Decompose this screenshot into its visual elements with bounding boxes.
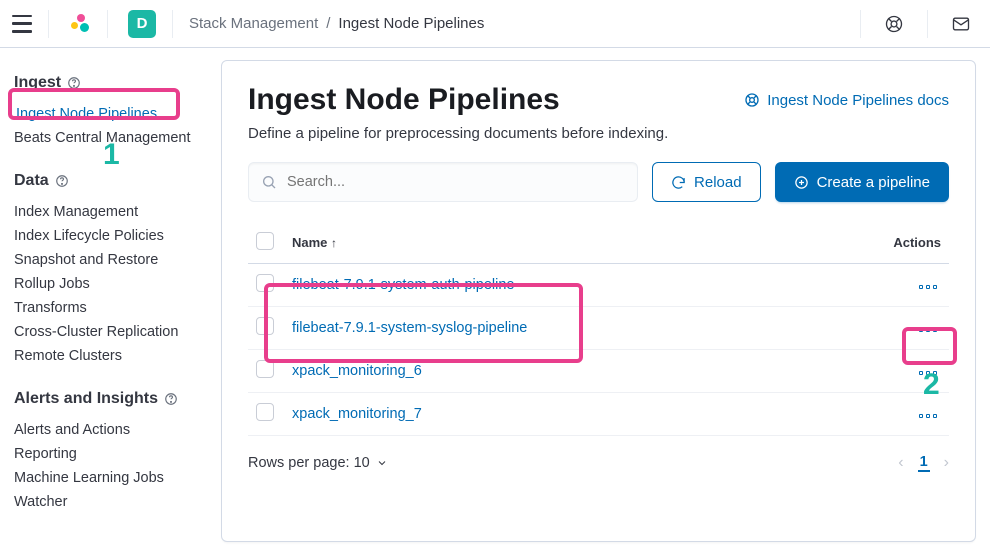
row-actions-button[interactable]: [915, 410, 941, 422]
mail-icon[interactable]: [944, 14, 978, 34]
page-subtitle: Define a pipeline for preprocessing docu…: [248, 125, 949, 142]
sidebar-item-transforms[interactable]: Transforms: [14, 296, 201, 320]
sort-asc-icon: ↑: [331, 236, 337, 250]
divider: [172, 10, 173, 38]
sidebar-item-watcher[interactable]: Watcher: [14, 490, 201, 514]
main-panel: Ingest Node Pipelines Ingest Node Pipeli…: [221, 60, 976, 542]
pagination: ‹ 1 ›: [898, 454, 949, 472]
search-icon: [261, 174, 277, 190]
sidebar-item-beats-central-management[interactable]: Beats Central Management: [14, 126, 201, 150]
table-row: filebeat-7.9.1-system-auth-pipeline: [248, 264, 949, 307]
create-pipeline-button[interactable]: Create a pipeline: [775, 162, 949, 202]
pipelines-table: Name ↑ Actions filebeat-7.9.1-system-aut…: [248, 222, 949, 436]
breadcrumb: Stack Management / Ingest Node Pipelines: [189, 15, 484, 32]
table-row: xpack_monitoring_7: [248, 393, 949, 436]
column-header-actions: Actions: [859, 222, 949, 264]
row-checkbox[interactable]: [256, 360, 274, 378]
row-actions-button[interactable]: [915, 367, 941, 379]
search-input-wrap[interactable]: [248, 162, 638, 202]
divider: [927, 10, 928, 38]
plus-circle-icon: [794, 175, 809, 190]
sidebar-item-cross-cluster-replication[interactable]: Cross-Cluster Replication: [14, 320, 201, 344]
refresh-icon: [671, 175, 686, 190]
sidebar-item-machine-learning-jobs[interactable]: Machine Learning Jobs: [14, 466, 201, 490]
pipeline-link[interactable]: filebeat-7.9.1-system-syslog-pipeline: [292, 320, 527, 336]
help-icon[interactable]: [877, 14, 911, 34]
sidebar-heading-ingest: Ingest: [14, 74, 201, 92]
help-icon[interactable]: [67, 76, 81, 90]
sidebar-heading-data: Data: [14, 172, 201, 190]
pipeline-link[interactable]: filebeat-7.9.1-system-auth-pipeline: [292, 277, 514, 293]
sidebar-item-reporting[interactable]: Reporting: [14, 442, 201, 466]
row-actions-button[interactable]: [915, 324, 941, 336]
pipeline-link[interactable]: xpack_monitoring_7: [292, 406, 422, 422]
breadcrumb-parent[interactable]: Stack Management: [189, 15, 318, 32]
sidebar-item-index-management[interactable]: Index Management: [14, 200, 201, 224]
breadcrumb-current: Ingest Node Pipelines: [338, 15, 484, 32]
column-header-name[interactable]: Name ↑: [284, 222, 859, 264]
row-actions-button[interactable]: [915, 281, 941, 293]
sidebar: Ingest Ingest Node Pipelines Beats Centr…: [0, 48, 215, 554]
docs-link[interactable]: Ingest Node Pipelines docs: [744, 92, 949, 109]
reload-button[interactable]: Reload: [652, 162, 761, 202]
row-checkbox[interactable]: [256, 274, 274, 292]
space-avatar[interactable]: D: [128, 10, 156, 38]
sidebar-item-snapshot-and-restore[interactable]: Snapshot and Restore: [14, 248, 201, 272]
prev-page-button[interactable]: ‹: [898, 454, 903, 472]
chevron-down-icon: [376, 457, 388, 469]
sidebar-item-index-lifecycle-policies[interactable]: Index Lifecycle Policies: [14, 224, 201, 248]
row-checkbox[interactable]: [256, 317, 274, 335]
divider: [860, 10, 861, 38]
menu-toggle[interactable]: [12, 15, 32, 33]
help-icon: [744, 92, 760, 108]
pipeline-link[interactable]: xpack_monitoring_6: [292, 363, 422, 379]
help-icon[interactable]: [164, 392, 178, 406]
search-input[interactable]: [287, 174, 625, 190]
divider: [107, 10, 108, 38]
breadcrumb-separator: /: [326, 15, 330, 32]
row-checkbox[interactable]: [256, 403, 274, 421]
divider: [48, 10, 49, 38]
help-icon[interactable]: [55, 174, 69, 188]
sidebar-item-alerts-and-actions[interactable]: Alerts and Actions: [14, 418, 201, 442]
page-title: Ingest Node Pipelines: [248, 83, 560, 117]
sidebar-item-remote-clusters[interactable]: Remote Clusters: [14, 344, 201, 368]
rows-per-page-selector[interactable]: Rows per page: 10: [248, 455, 388, 471]
elastic-logo-icon[interactable]: [71, 14, 91, 34]
select-all-checkbox[interactable]: [256, 232, 274, 250]
next-page-button[interactable]: ›: [944, 454, 949, 472]
sidebar-heading-alerts-insights: Alerts and Insights: [14, 390, 201, 408]
sidebar-item-rollup-jobs[interactable]: Rollup Jobs: [14, 272, 201, 296]
sidebar-item-ingest-node-pipelines[interactable]: Ingest Node Pipelines: [16, 102, 201, 126]
topbar: D Stack Management / Ingest Node Pipelin…: [0, 0, 990, 48]
table-row: xpack_monitoring_6: [248, 350, 949, 393]
table-row: filebeat-7.9.1-system-syslog-pipeline: [248, 307, 949, 350]
page-number[interactable]: 1: [918, 454, 930, 472]
